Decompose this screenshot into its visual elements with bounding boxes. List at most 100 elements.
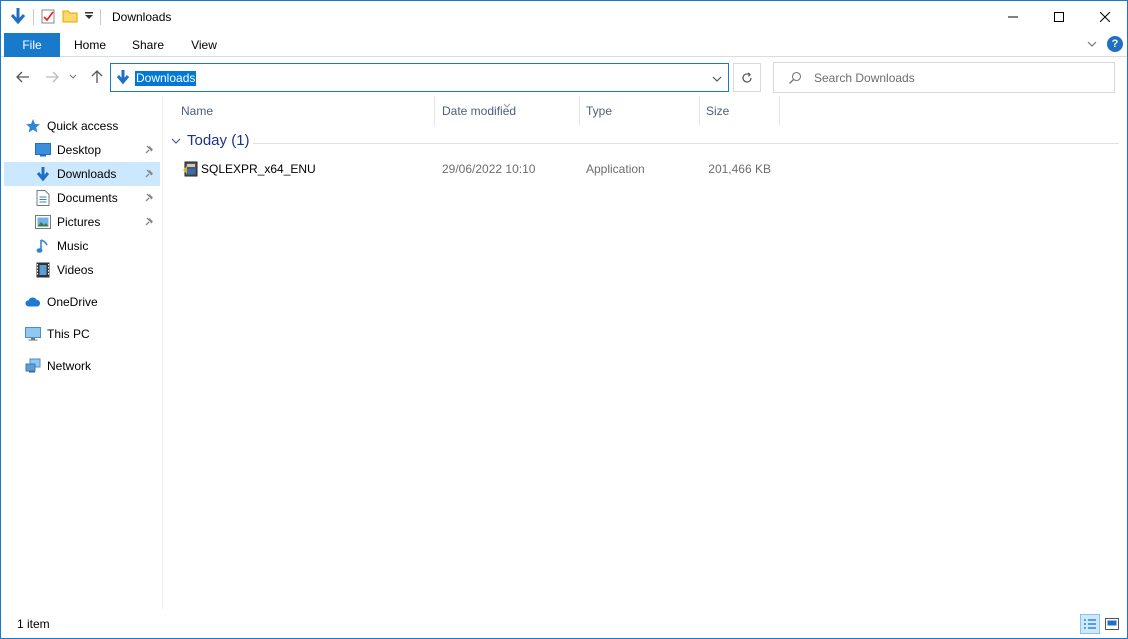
- new-folder-icon[interactable]: [62, 8, 78, 27]
- table-row[interactable]: SQLEXPR_x64_ENU 29/06/2022 10:10 Applica…: [173, 158, 779, 180]
- tab-home[interactable]: Home: [63, 33, 117, 57]
- column-header-name[interactable]: Name: [175, 96, 435, 126]
- recent-locations-button[interactable]: [67, 67, 79, 87]
- customize-toolbar-icon[interactable]: [84, 10, 94, 24]
- column-header-size[interactable]: Size: [700, 96, 780, 126]
- cloud-icon: [25, 294, 41, 310]
- close-icon: [1100, 12, 1110, 22]
- sidebar-item-onedrive[interactable]: OneDrive: [25, 290, 159, 314]
- column-header-date-modified[interactable]: Date modified: [436, 96, 580, 126]
- sidebar-item-music[interactable]: Music: [4, 234, 160, 258]
- maximize-button[interactable]: [1036, 1, 1082, 33]
- picture-icon: [35, 214, 51, 230]
- sidebar-item-label: Documents: [57, 191, 118, 205]
- up-button[interactable]: [87, 67, 107, 87]
- file-name: SQLEXPR_x64_ENU: [201, 162, 316, 176]
- forward-button[interactable]: [42, 67, 62, 87]
- title-bar: Downloads: [1, 1, 1127, 33]
- details-view-icon: [1084, 619, 1096, 629]
- column-header-type[interactable]: Type: [580, 96, 700, 126]
- sidebar-item-label: OneDrive: [47, 295, 98, 309]
- quick-access-toolbar: [9, 7, 107, 27]
- file-type: Application: [586, 162, 645, 176]
- music-note-icon: [35, 238, 51, 254]
- monitor-icon: [25, 326, 41, 342]
- address-bar[interactable]: Downloads: [110, 63, 729, 92]
- sidebar-item-label: Quick access: [47, 119, 119, 133]
- pin-icon[interactable]: [144, 144, 154, 158]
- navigation-pane: Quick access Desktop Downloads Documents…: [1, 111, 163, 611]
- chevron-down-icon: [69, 74, 77, 79]
- minimize-icon: [1008, 16, 1018, 18]
- large-icons-view-button[interactable]: [1102, 614, 1122, 634]
- help-icon[interactable]: ?: [1107, 36, 1123, 52]
- download-arrow-icon: [115, 69, 131, 88]
- maximize-icon: [1054, 12, 1064, 22]
- sidebar-item-label: Downloads: [57, 167, 117, 181]
- details-view-button[interactable]: [1080, 614, 1100, 634]
- sidebar-item-quick-access[interactable]: Quick access: [25, 114, 159, 138]
- pin-icon[interactable]: [144, 192, 154, 206]
- download-arrow-icon: [35, 166, 51, 182]
- minimize-button[interactable]: [990, 1, 1036, 33]
- search-icon: [788, 71, 802, 88]
- tab-view[interactable]: View: [179, 33, 229, 57]
- sort-chevron-icon: [503, 97, 511, 111]
- sidebar-item-label: Desktop: [57, 143, 102, 157]
- sidebar-item-documents[interactable]: Documents: [4, 186, 160, 210]
- large-icons-view-icon: [1105, 618, 1119, 630]
- navigation-bar: Downloads Search Downloads: [1, 58, 1127, 96]
- chevron-down-icon[interactable]: [712, 72, 722, 86]
- column-label: Size: [706, 104, 730, 118]
- file-list: Name Date modified Type Size Today (1) S…: [163, 96, 1127, 609]
- sidebar-item-pictures[interactable]: Pictures: [4, 210, 160, 234]
- group-divider: [253, 143, 1119, 144]
- document-icon: [35, 190, 51, 206]
- installer-icon: [182, 160, 200, 181]
- sidebar-item-this-pc[interactable]: This PC: [25, 322, 159, 346]
- explorer-window: Downloads File Home Share View ? Downloa…: [0, 0, 1128, 639]
- group-header-today[interactable]: Today (1): [171, 132, 250, 149]
- sidebar-item-downloads[interactable]: Downloads: [4, 162, 160, 186]
- expand-ribbon-icon[interactable]: [1087, 37, 1097, 51]
- item-count: 1 item: [17, 617, 50, 631]
- film-icon: [35, 262, 51, 278]
- properties-icon[interactable]: [40, 8, 56, 27]
- sidebar-item-label: Network: [47, 359, 92, 373]
- sidebar-item-label: This PC: [47, 327, 90, 341]
- network-icon: [25, 358, 41, 374]
- back-arrow-icon: [16, 71, 29, 83]
- file-date-modified: 29/06/2022 10:10: [442, 162, 536, 176]
- pin-icon[interactable]: [144, 168, 154, 182]
- toolbar-separator: [33, 9, 34, 25]
- window-title: Downloads: [112, 10, 172, 24]
- star-icon: [25, 118, 41, 134]
- up-arrow-icon: [91, 70, 103, 83]
- back-button[interactable]: [13, 67, 33, 87]
- search-box[interactable]: Search Downloads: [773, 62, 1115, 93]
- forward-arrow-icon: [46, 71, 59, 83]
- address-path[interactable]: Downloads: [135, 71, 197, 86]
- download-arrow-icon: [9, 7, 27, 28]
- refresh-icon: [742, 72, 752, 83]
- pin-icon[interactable]: [144, 216, 154, 230]
- toolbar-separator: [100, 9, 101, 25]
- search-placeholder: Search Downloads: [814, 71, 915, 85]
- tab-share[interactable]: Share: [121, 33, 175, 57]
- status-bar: 1 item: [1, 611, 1127, 638]
- sidebar-item-label: Videos: [57, 263, 94, 277]
- ribbon-tabs: File Home Share View ?: [1, 33, 1127, 57]
- tab-file[interactable]: File: [4, 33, 60, 57]
- chevron-down-icon[interactable]: [171, 132, 181, 149]
- sidebar-item-network[interactable]: Network: [25, 354, 159, 378]
- sidebar-item-label: Pictures: [57, 215, 101, 229]
- sidebar-item-desktop[interactable]: Desktop: [4, 138, 160, 162]
- refresh-button[interactable]: [733, 63, 761, 92]
- desktop-icon: [35, 142, 51, 158]
- sidebar-item-videos[interactable]: Videos: [4, 258, 160, 282]
- sidebar-item-label: Music: [57, 239, 89, 253]
- column-label: Type: [586, 104, 613, 118]
- ribbon-controls: ?: [1087, 36, 1123, 52]
- file-size: 201,466 KB: [708, 162, 771, 176]
- close-button[interactable]: [1082, 1, 1128, 33]
